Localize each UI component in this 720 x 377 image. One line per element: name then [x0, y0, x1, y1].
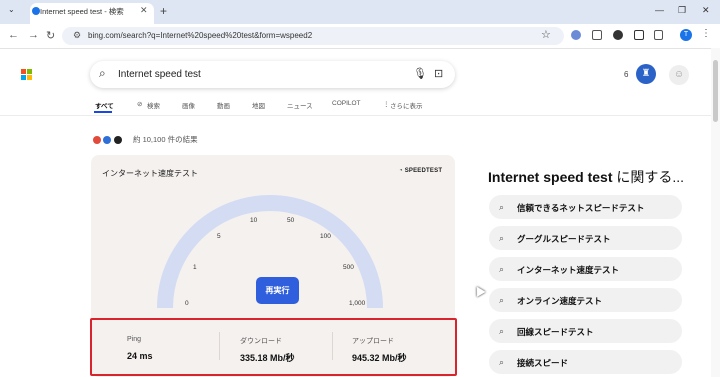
search-icon: ⌕	[499, 357, 505, 367]
rerun-button[interactable]: 再実行	[256, 277, 299, 304]
related-search-text[interactable]: 接続スピード	[517, 357, 568, 369]
tab-maps[interactable]: 地図	[252, 100, 265, 110]
stat-divider	[332, 332, 333, 360]
extension-icon[interactable]	[634, 30, 644, 40]
gauge-tick: 1,000	[349, 300, 366, 307]
rewards-trophy-icon[interactable]: ♜	[636, 64, 656, 84]
search-icon: ⌕	[499, 295, 505, 305]
tab-title: Internet speed test - 検索	[40, 7, 124, 16]
gauge-tick: 5	[217, 233, 221, 240]
bing-favicon-icon	[32, 7, 40, 15]
puzzle-icon[interactable]	[654, 30, 663, 40]
search-icon: ⌕	[499, 326, 505, 336]
microsoft-logo-icon[interactable]	[21, 69, 32, 80]
profile-avatar[interactable]: T	[680, 29, 692, 41]
gauge-tick: 100	[320, 233, 331, 240]
mouse-cursor-icon	[472, 284, 486, 297]
restore-icon[interactable]: ❐	[678, 5, 686, 16]
minimize-icon[interactable]: —	[655, 5, 664, 15]
ping-label: Ping	[127, 336, 142, 343]
related-search-text[interactable]: 回線スピードテスト	[517, 326, 594, 338]
related-title-query: Internet speed test	[488, 169, 613, 185]
download-value: 335.18 Mb/秒	[240, 353, 295, 363]
extension-icon[interactable]	[571, 30, 581, 40]
related-title-suffix: に関する...	[612, 169, 685, 185]
tab-search-icon[interactable]: ⌄	[8, 5, 15, 14]
tab-images[interactable]: 画像	[182, 100, 195, 110]
new-tab-icon[interactable]: +	[160, 4, 167, 18]
gauge-tick: 10	[250, 217, 258, 224]
tab-copilot[interactable]: COPILOT	[332, 100, 361, 107]
user-icon[interactable]: ☺	[669, 65, 689, 85]
search-icon: ⌕	[499, 233, 505, 243]
result-source-icons	[92, 132, 128, 150]
scrollbar-thumb[interactable]	[713, 60, 718, 122]
bookmark-star-icon[interactable]: ☆	[541, 28, 551, 41]
related-search-text[interactable]: 信頼できるネットスピードテスト	[517, 202, 644, 214]
close-tab-icon[interactable]: ✕	[140, 5, 148, 16]
download-label: ダウンロード	[240, 338, 282, 345]
tab-more[interactable]: さらに表示	[390, 100, 423, 110]
upload-label: アップロード	[352, 338, 394, 345]
microphone-icon[interactable]: 🎙	[413, 67, 427, 80]
close-window-icon[interactable]: ✕	[702, 5, 710, 16]
tab-videos[interactable]: 動画	[217, 100, 230, 110]
screenshot-icon[interactable]	[592, 30, 602, 40]
speedtest-brand-label: SPEEDTEST	[404, 168, 443, 174]
gauge-tick: 50	[287, 217, 295, 224]
search-icon: ⌕	[499, 202, 505, 212]
menu-icon[interactable]: ⋮	[701, 28, 711, 39]
more-icon[interactable]: ⋮	[383, 100, 390, 108]
gauge-tick: 500	[343, 264, 354, 271]
result-count: 約 10,100 件の結果	[133, 135, 198, 144]
tab-news[interactable]: ニュース	[287, 100, 313, 110]
speed-results-box	[90, 318, 457, 376]
upload-value: 945.32 Mb/秒	[352, 353, 407, 363]
reload-icon[interactable]: ↻	[46, 29, 55, 42]
search-icon[interactable]: ⌕	[99, 66, 106, 81]
gauge-tick: 1	[193, 264, 197, 271]
related-search-text[interactable]: グーグルスピードテスト	[517, 233, 611, 245]
stat-divider	[219, 332, 220, 360]
ping-value: 24 ms	[127, 351, 153, 361]
url-text[interactable]: bing.com/search?q=Internet%20speed%20tes…	[88, 31, 312, 40]
forward-icon[interactable]: →	[28, 29, 39, 41]
search-icon: ⌕	[499, 264, 505, 274]
gauge-tick: 0	[185, 300, 189, 307]
search-input[interactable]: Internet speed test	[118, 69, 201, 80]
tab-search[interactable]: 検索	[147, 100, 160, 110]
site-info-icon[interactable]: ⚙	[73, 30, 81, 41]
related-search-text[interactable]: インターネット速度テスト	[517, 264, 619, 276]
header-divider	[0, 115, 711, 116]
active-tab-indicator	[94, 111, 112, 113]
back-icon[interactable]: ←	[8, 29, 19, 41]
speedtest-brand: ◔ SPEEDTEST	[399, 168, 443, 174]
visual-search-icon[interactable]: ⊡	[434, 67, 443, 80]
tab-all[interactable]: すべて	[95, 100, 114, 110]
tab-search-copilot-icon[interactable]: ⊘	[137, 100, 142, 108]
rewards-count: 6	[624, 70, 629, 79]
related-searches-title: Internet speed test に関する...	[488, 167, 684, 187]
extension-icon[interactable]	[613, 30, 623, 40]
related-search-text[interactable]: オンライン速度テスト	[517, 295, 602, 307]
